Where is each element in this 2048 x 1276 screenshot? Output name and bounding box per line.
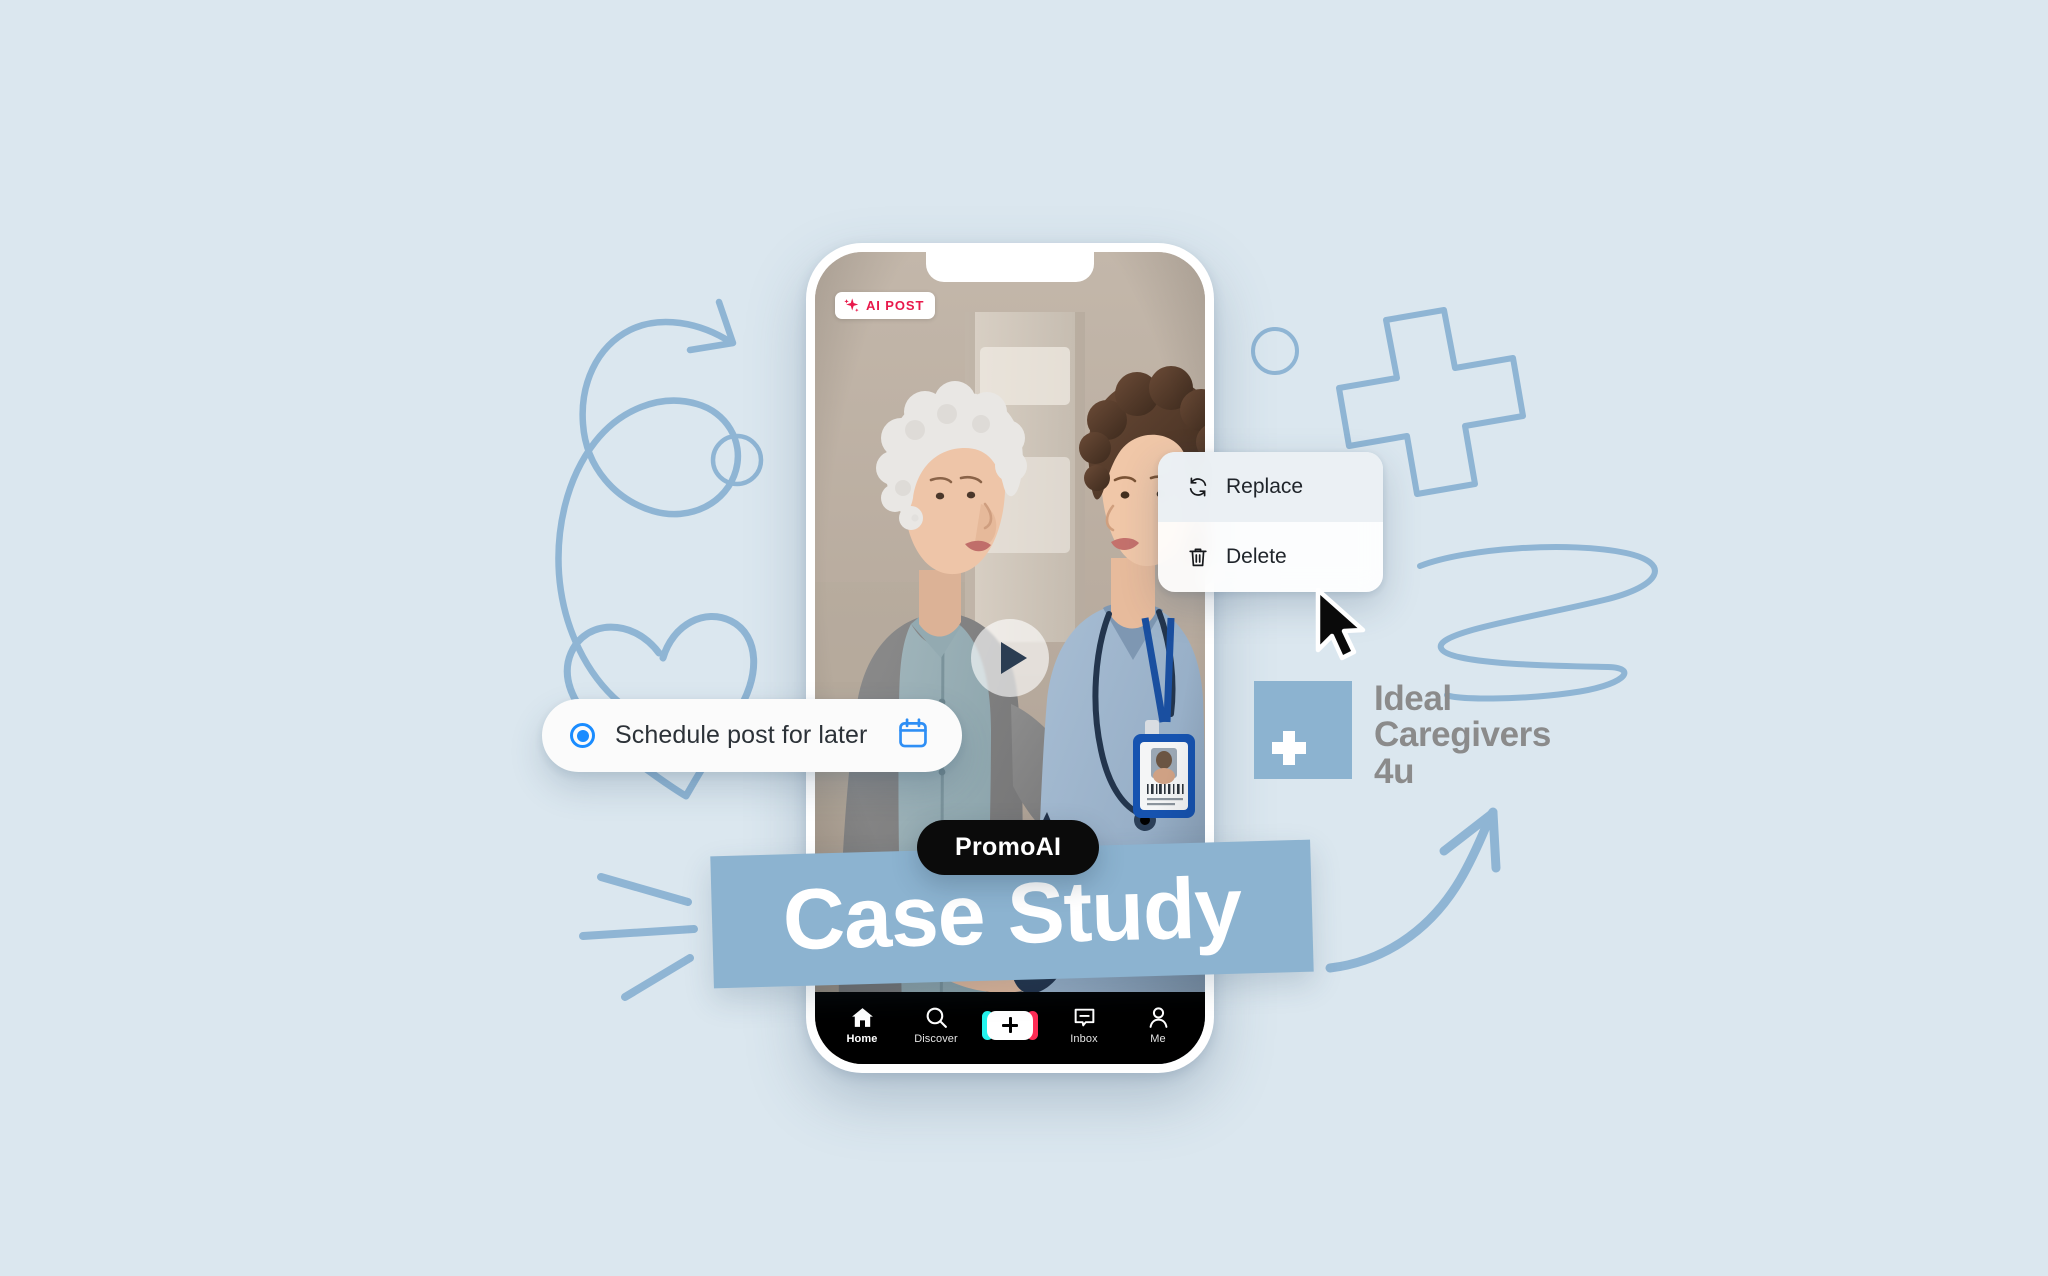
plus-create-icon[interactable] bbox=[982, 1010, 1038, 1040]
ai-post-label: AI POST bbox=[866, 298, 925, 313]
nav-item-create[interactable] bbox=[977, 1010, 1043, 1040]
nav-item-me[interactable]: Me bbox=[1125, 1005, 1191, 1045]
brand-name: Ideal Caregivers 4u bbox=[1374, 679, 1551, 791]
play-button[interactable] bbox=[971, 619, 1049, 697]
radio-selected-icon[interactable] bbox=[570, 723, 595, 748]
small-circle-decoration-left bbox=[710, 433, 764, 487]
nav-label-me: Me bbox=[1150, 1033, 1166, 1045]
nav-item-inbox[interactable]: Inbox bbox=[1051, 1005, 1117, 1045]
medical-cross-icon bbox=[1254, 681, 1352, 779]
context-menu-label-delete: Delete bbox=[1226, 545, 1287, 568]
arrow-cursor-icon bbox=[1315, 587, 1366, 661]
speed-lines-decoration bbox=[579, 873, 698, 1001]
brand-name-line-1: Ideal bbox=[1374, 679, 1452, 718]
tiktok-bottom-nav: Home Discover Inbox Me bbox=[815, 992, 1205, 1064]
play-icon bbox=[1000, 642, 1027, 674]
trash-icon bbox=[1186, 545, 1210, 569]
home-icon bbox=[851, 1008, 873, 1027]
person-icon bbox=[1149, 1007, 1167, 1028]
context-menu: Replace Delete bbox=[1158, 452, 1383, 592]
nav-label-home: Home bbox=[846, 1033, 878, 1045]
swirl-arrow-decoration bbox=[555, 298, 742, 707]
brand-name-line-2: Caregivers bbox=[1374, 715, 1551, 755]
curved-up-arrow-decoration bbox=[1325, 807, 1501, 973]
nav-label-inbox: Inbox bbox=[1070, 1033, 1098, 1045]
brand-name-line-3: 4u bbox=[1374, 751, 1415, 791]
ai-post-badge: AI POST bbox=[835, 292, 936, 319]
nav-item-discover[interactable]: Discover bbox=[903, 1005, 969, 1045]
calendar-icon[interactable] bbox=[896, 716, 930, 755]
nav-item-home[interactable]: Home bbox=[829, 1005, 895, 1045]
context-menu-item-replace[interactable]: Replace bbox=[1158, 452, 1383, 522]
poster-canvas: AI POST Home Discover Inbox Me Replace D… bbox=[0, 0, 2048, 1276]
message-icon bbox=[1074, 1008, 1094, 1027]
schedule-post-pill[interactable]: Schedule post for later bbox=[542, 699, 962, 772]
phone-notch bbox=[926, 252, 1094, 282]
small-circle-decoration-right bbox=[1251, 327, 1299, 375]
context-menu-item-delete[interactable]: Delete bbox=[1158, 522, 1383, 592]
schedule-post-label: Schedule post for later bbox=[615, 721, 868, 749]
nav-label-discover: Discover bbox=[914, 1033, 958, 1045]
brand-logo: Ideal Caregivers 4u bbox=[1254, 679, 1551, 791]
case-study-label: Case Study bbox=[781, 859, 1243, 969]
zigzag-squiggle-decoration bbox=[1417, 544, 1658, 702]
search-icon bbox=[926, 1007, 947, 1028]
sparkles-icon bbox=[844, 298, 859, 312]
refresh-icon bbox=[1186, 475, 1210, 499]
context-menu-label-replace: Replace bbox=[1226, 475, 1304, 498]
promoai-badge: PromoAI bbox=[917, 820, 1100, 875]
